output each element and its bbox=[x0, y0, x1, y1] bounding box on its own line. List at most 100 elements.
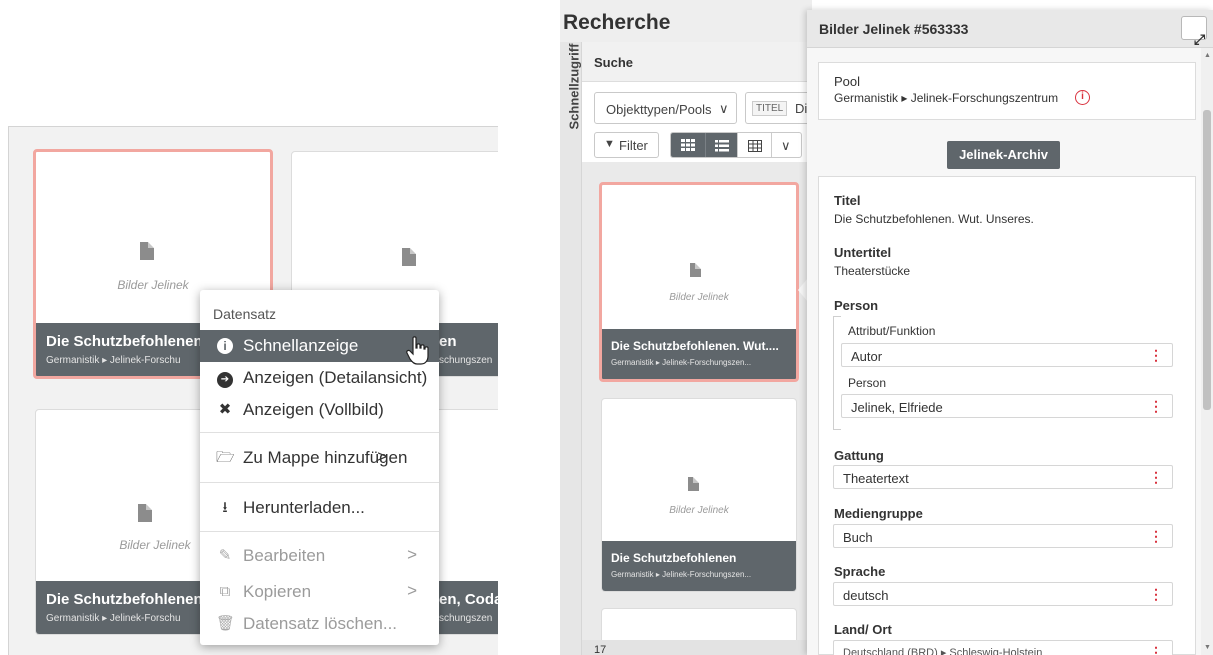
pool-box: Pool Germanistik ▸ Jelinek-Forschungszen… bbox=[818, 62, 1196, 120]
menu-item-label: Herunterladen... bbox=[243, 498, 365, 517]
result-count-bar: 17 bbox=[582, 640, 812, 655]
card-title: Die Schutzbefohlenen. Wut.... bbox=[611, 339, 779, 353]
view-toggle-group: ∨ bbox=[670, 132, 802, 158]
card-caption: Die Schutzbefohlenen. Wut.... Germanisti… bbox=[602, 329, 796, 379]
result-card[interactable]: Bilder Jelinek Die Schutzbefohlenen. Wut… bbox=[599, 182, 799, 382]
field-value: Autor bbox=[851, 349, 883, 364]
objecttypes-dropdown[interactable]: Objekttypen/Pools ∨ bbox=[594, 92, 737, 124]
menu-item-detailansicht[interactable]: ➔ Anzeigen (Detailansicht) bbox=[200, 362, 439, 394]
more-vertical-icon[interactable]: ⋮ bbox=[1149, 529, 1163, 543]
view-options-button[interactable]: ∨ bbox=[771, 133, 801, 157]
attribut-field[interactable]: Autor ⋮ bbox=[841, 343, 1173, 367]
quick-access-sidebar[interactable]: Schnellzugriff bbox=[560, 42, 582, 655]
menu-divider bbox=[200, 531, 439, 532]
more-vertical-icon[interactable]: ⋮ bbox=[1149, 348, 1163, 362]
fullscreen-icon: ✖ bbox=[218, 401, 232, 418]
context-menu: Datensatz i Schnellanzeige ➔ Anzeigen (D… bbox=[200, 290, 439, 645]
sprache-field[interactable]: deutsch ⋮ bbox=[833, 582, 1173, 606]
more-vertical-icon[interactable]: ⋮ bbox=[1149, 399, 1163, 413]
result-card[interactable]: Bilder Jelinek Die Schutzbefohlenen Germ… bbox=[601, 398, 797, 592]
pool-value: Germanistik ▸ Jelinek-Forschungszentrum bbox=[834, 91, 1059, 105]
scroll-up-icon[interactable]: ▲ bbox=[1204, 52, 1211, 59]
more-vertical-icon[interactable]: ⋮ bbox=[1149, 587, 1163, 601]
chevron-down-icon: ∨ bbox=[719, 101, 729, 116]
file-icon bbox=[690, 263, 701, 277]
archive-tag-button[interactable]: Jelinek-Archiv bbox=[947, 141, 1060, 169]
field-label: Untertitel bbox=[834, 245, 892, 260]
download-icon: ⭳ bbox=[222, 499, 228, 516]
person-group-bracket bbox=[833, 316, 841, 430]
scrollbar-thumb[interactable] bbox=[1203, 110, 1211, 410]
card-title: en, Coda bbox=[439, 591, 498, 608]
pool-label: Pool bbox=[834, 74, 861, 89]
menu-item-herunterladen[interactable]: ⭳ Herunterladen... bbox=[200, 492, 439, 524]
card-caption: Die Schutzbefohlenen Germanistik ▸ Jelin… bbox=[602, 541, 796, 591]
page-title: Recherche bbox=[563, 11, 671, 34]
menu-divider bbox=[200, 482, 439, 483]
grid-view-button[interactable] bbox=[671, 133, 705, 157]
card-placeholder: Bilder Jelinek bbox=[669, 505, 729, 516]
land-field[interactable]: Deutschland (BRD) ▸ Schleswig-Holstein ⋮ bbox=[833, 640, 1173, 655]
trash-icon: 🗑 bbox=[216, 615, 236, 632]
search-tab-label: Suche bbox=[594, 55, 634, 70]
file-icon bbox=[140, 242, 154, 260]
titel-chip: TITEL bbox=[752, 101, 788, 116]
search-input-chip[interactable]: TITEL Di bbox=[745, 92, 815, 124]
field-label: Mediengruppe bbox=[834, 506, 923, 521]
menu-item-label: Schnellanzeige bbox=[243, 336, 359, 355]
card-placeholder: k bbox=[432, 538, 498, 552]
chevron-right-icon: > bbox=[407, 545, 417, 564]
fields-box: Titel Die Schutzbefohlenen. Wut. Unseres… bbox=[818, 176, 1196, 655]
field-label: Titel bbox=[834, 193, 861, 208]
field-label: Attribut/Funktion bbox=[848, 324, 936, 338]
menu-divider bbox=[200, 432, 439, 433]
scroll-down-icon[interactable]: ▼ bbox=[1204, 644, 1211, 651]
chevron-right-icon: > bbox=[407, 581, 417, 600]
menu-item-loeschen[interactable]: 🗑 Datensatz löschen... bbox=[200, 608, 439, 640]
app-header: Recherche bbox=[560, 0, 812, 42]
menu-item-label: Datensatz löschen... bbox=[243, 614, 398, 633]
filter-button[interactable]: ▼ Filter bbox=[594, 132, 659, 158]
results-list: Bilder Jelinek Die Schutzbefohlenen. Wut… bbox=[582, 162, 812, 640]
warning-info-icon[interactable]: i bbox=[1075, 90, 1090, 105]
search-tab-header[interactable]: Suche bbox=[582, 42, 812, 82]
scrollbar[interactable]: ▲ ▼ bbox=[1201, 48, 1213, 655]
menu-item-label: Kopieren bbox=[243, 582, 312, 601]
arrow-circle-right-icon: ➔ bbox=[216, 369, 234, 388]
sidebar-label: Schnellzugriff bbox=[566, 43, 582, 130]
menu-item-zu-mappe[interactable]: 🗁 Zu Mappe hinzufügen > bbox=[200, 442, 439, 474]
filter-icon: ▼ bbox=[604, 138, 615, 150]
field-value-untertitel: Theaterstücke bbox=[834, 264, 911, 278]
field-label: Person bbox=[834, 298, 879, 313]
pencil-icon: ✎ bbox=[218, 547, 232, 564]
table-view-button[interactable] bbox=[737, 133, 771, 157]
card-title: en bbox=[439, 333, 457, 350]
menu-item-vollbild[interactable]: ✖ Anzeigen (Vollbild) bbox=[200, 394, 439, 426]
person-field[interactable]: Jelinek, Elfriede ⋮ bbox=[841, 394, 1173, 418]
result-card[interactable] bbox=[601, 608, 797, 640]
chevron-down-icon: ∨ bbox=[781, 138, 791, 153]
menu-item-bearbeiten[interactable]: ✎ Bearbeiten > bbox=[200, 540, 439, 572]
quick-view-title: Bilder Jelinek #563333 bbox=[819, 21, 969, 37]
zoomed-context-menu-view: Bilder Jelinek Die Schutzbefohlenen Germ… bbox=[0, 0, 560, 655]
objecttypes-label: Objekttypen/Pools bbox=[606, 102, 712, 117]
menu-item-label: Anzeigen (Vollbild) bbox=[243, 400, 384, 419]
menu-item-kopieren[interactable]: ⧉ Kopieren > bbox=[200, 576, 439, 608]
card-placeholder: Bilder Jelinek bbox=[669, 292, 729, 303]
card-title: Die Schutzbefohlenen bbox=[611, 551, 737, 565]
list-view-button[interactable] bbox=[705, 133, 737, 157]
more-vertical-icon[interactable]: ⋮ bbox=[1149, 470, 1163, 484]
gattung-field[interactable]: Theatertext ⋮ bbox=[833, 465, 1173, 489]
search-input-value: Di bbox=[795, 101, 808, 116]
menu-item-label: Anzeigen (Detailansicht) bbox=[243, 368, 428, 387]
field-value: Jelinek, Elfriede bbox=[851, 400, 943, 415]
mediengruppe-field[interactable]: Buch ⋮ bbox=[833, 524, 1173, 548]
file-icon bbox=[688, 477, 699, 491]
menu-item-schnellanzeige[interactable]: i Schnellanzeige bbox=[200, 330, 439, 362]
field-label: Person bbox=[848, 376, 887, 390]
folder-open-icon: 🗁 bbox=[216, 449, 235, 466]
card-subtitle: Germanistik ▸ Jelinek-Forschungszen... bbox=[611, 358, 752, 367]
expand-button[interactable]: ⤢ bbox=[1181, 16, 1207, 47]
field-label: Sprache bbox=[834, 564, 886, 579]
more-vertical-icon[interactable]: ⋮ bbox=[1149, 645, 1163, 655]
